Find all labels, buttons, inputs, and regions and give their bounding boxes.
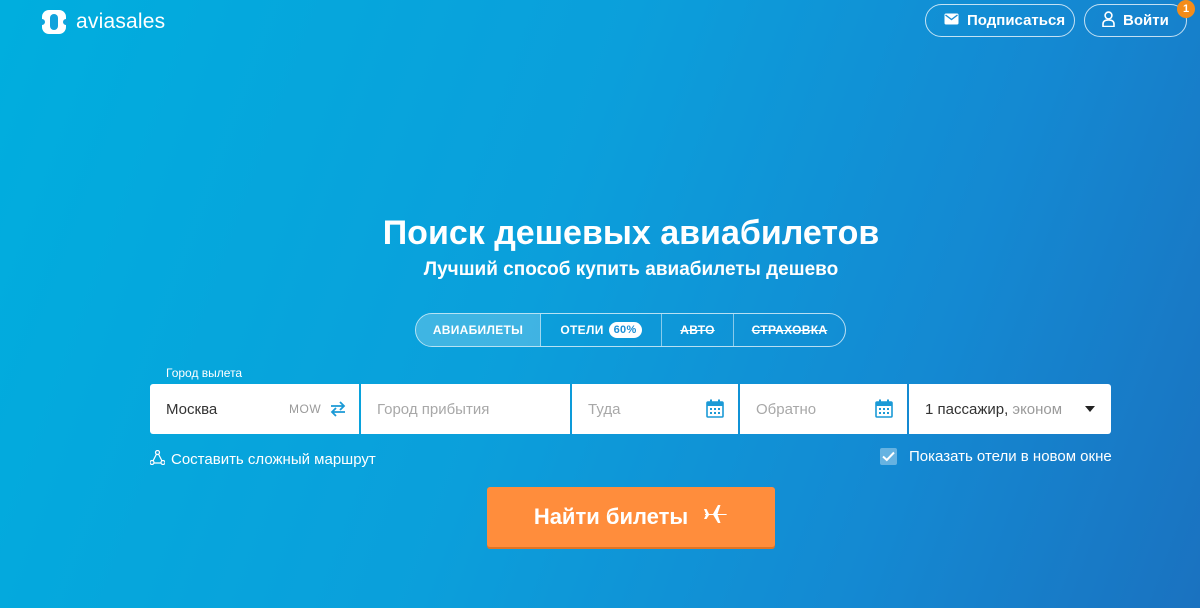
- swap-icon[interactable]: [329, 400, 347, 422]
- logo-icon: [39, 8, 69, 36]
- route-icon: [149, 449, 166, 469]
- product-tabs: АВИАБИЛЕТЫ ОТЕЛИ 60% АВТО СТРАХОВКА: [415, 313, 846, 347]
- notification-badge: 1: [1177, 0, 1195, 18]
- tab-cars[interactable]: АВТО: [662, 314, 734, 346]
- depart-placeholder: Туда: [588, 400, 621, 418]
- search-button[interactable]: Найти билеты: [487, 487, 775, 547]
- destination-field[interactable]: Город прибытия: [361, 384, 570, 434]
- page-subtitle: Лучший способ купить авиабилеты дешево: [423, 259, 839, 280]
- complex-route-link[interactable]: Составить сложный маршрут: [149, 449, 376, 469]
- search-button-label: Найти билеты: [533, 504, 689, 529]
- passengers-value: 1 пассажир,: [925, 400, 1009, 418]
- complex-route-label: Составить сложный маршрут: [171, 451, 376, 468]
- origin-code: MOW: [289, 402, 322, 416]
- origin-field[interactable]: Москва MOW: [150, 384, 359, 434]
- origin-label: Город вылета: [166, 366, 243, 380]
- logo[interactable]: aviasales: [39, 8, 166, 36]
- tab-flights[interactable]: АВИАБИЛЕТЫ: [416, 314, 541, 346]
- depart-date-field[interactable]: Туда: [572, 384, 738, 434]
- chevron-down-icon: [1085, 406, 1095, 412]
- mail-icon: [944, 12, 959, 29]
- return-placeholder: Обратно: [756, 400, 817, 418]
- subscribe-label: Подписаться: [967, 12, 1066, 29]
- discount-badge: 60%: [608, 322, 642, 338]
- tab-flights-label: АВИАБИЛЕТЫ: [432, 323, 524, 337]
- page-title: Поиск дешевых авиабилетов: [382, 214, 880, 252]
- passengers-select[interactable]: 1 пассажир, эконом: [909, 384, 1111, 434]
- tab-insurance[interactable]: СТРАХОВКА: [734, 314, 845, 346]
- show-hotels-label: Показать отели в новом окне: [909, 448, 1112, 465]
- airplane-icon: [704, 504, 728, 530]
- show-hotels-option[interactable]: Показать отели в новом окне: [880, 448, 1112, 465]
- tab-hotels[interactable]: ОТЕЛИ 60%: [541, 314, 662, 346]
- checkmark-icon: [882, 451, 895, 462]
- login-label: Войти: [1123, 12, 1169, 29]
- tab-insurance-label: СТРАХОВКА: [751, 323, 828, 337]
- origin-value: Москва: [166, 400, 218, 418]
- cabin-class: эконом: [1012, 400, 1063, 418]
- subscribe-button[interactable]: Подписаться: [925, 4, 1075, 37]
- login-button[interactable]: Войти: [1084, 4, 1187, 37]
- calendar-icon[interactable]: [875, 399, 893, 422]
- show-hotels-checkbox[interactable]: [880, 448, 897, 465]
- return-date-field[interactable]: Обратно: [740, 384, 907, 434]
- tab-cars-label: АВТО: [680, 323, 715, 337]
- logo-text: aviasales: [76, 10, 166, 33]
- tab-hotels-label: ОТЕЛИ: [560, 323, 604, 337]
- user-icon: [1102, 10, 1115, 31]
- destination-placeholder: Город прибытия: [377, 400, 490, 418]
- calendar-icon[interactable]: [706, 399, 724, 422]
